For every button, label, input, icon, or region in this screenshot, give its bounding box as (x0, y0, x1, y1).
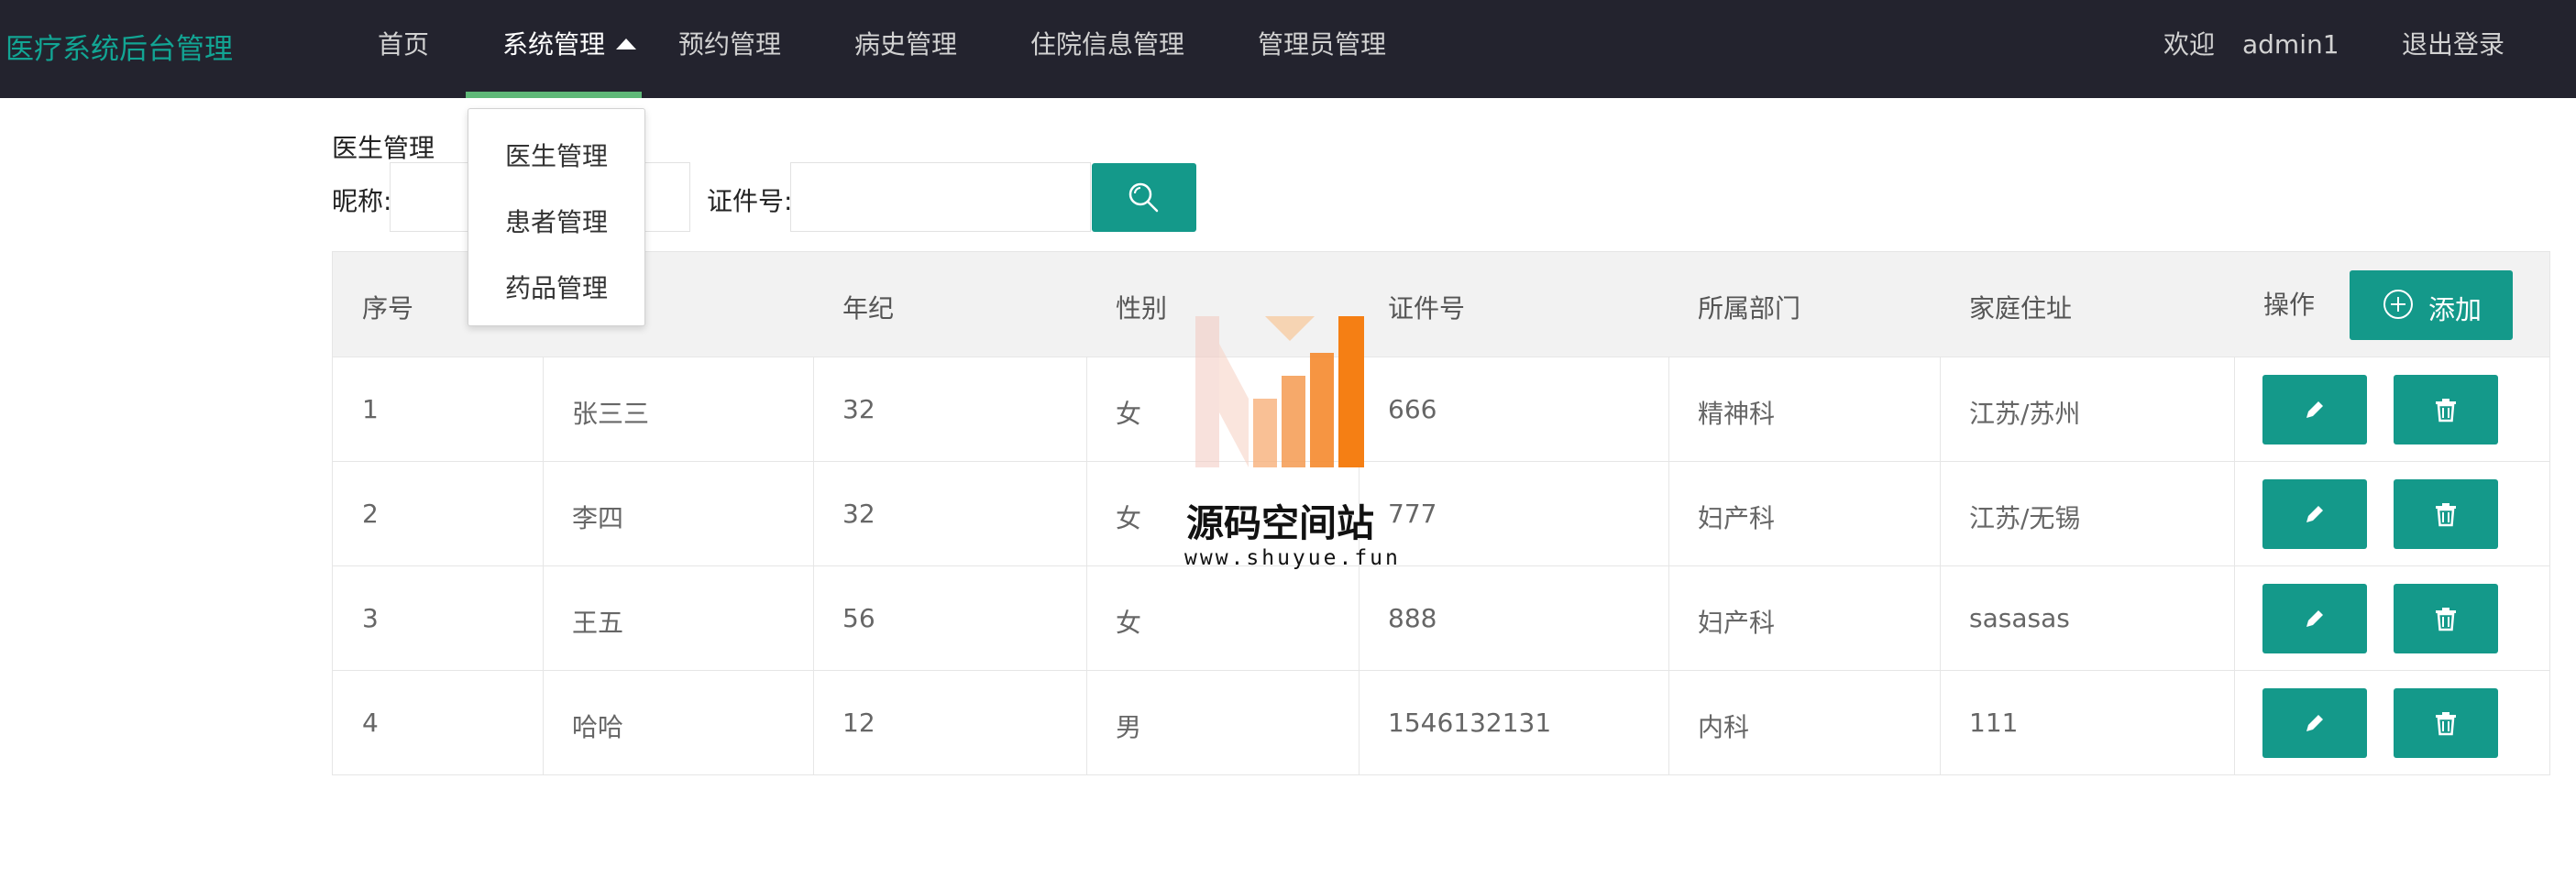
caret-up-icon (616, 38, 637, 49)
cell-age: 32 (842, 394, 875, 424)
header-gender: 性别 (1116, 293, 1168, 324)
nav-item-inpatient[interactable]: 住院信息管理 (1030, 0, 1184, 98)
search-icon (1128, 182, 1159, 213)
watermark-text: 源码空间站 (1186, 501, 1374, 545)
cell-dept: 妇产科 (1698, 608, 1776, 638)
table-row: 3 王五 56 女 888 妇产科 sasasas (333, 566, 2549, 671)
nickname-label: 昵称: (332, 186, 392, 216)
username-link[interactable]: admin1 (2242, 0, 2339, 98)
edit-button[interactable] (2262, 479, 2367, 549)
page-title: 医生管理 (332, 133, 435, 163)
cell-idno: 666 (1388, 394, 1437, 424)
cell-age: 32 (842, 499, 875, 529)
trash-icon (2436, 608, 2456, 631)
search-button[interactable] (1092, 163, 1196, 232)
nav-item-system-label: 系统管理 (502, 29, 606, 60)
edit-button[interactable] (2262, 375, 2367, 444)
cell-name: 李四 (572, 503, 624, 533)
trash-icon (2436, 399, 2456, 423)
header-actions: 操作 (2263, 290, 2316, 320)
cell-name: 王五 (572, 608, 624, 638)
pencil-icon (2306, 506, 2323, 522)
plus-circle-icon (2383, 290, 2413, 319)
delete-button[interactable] (2394, 688, 2498, 758)
cell-idno: 1546132131 (1388, 708, 1552, 738)
table-row: 4 哈哈 12 男 1546132131 内科 111 (333, 671, 2549, 775)
delete-button[interactable] (2394, 479, 2498, 549)
add-button-label: 添加 (2428, 294, 2482, 325)
header-idno: 证件号 (1388, 293, 1466, 324)
dropdown-item-medicines[interactable]: 药品管理 (505, 269, 608, 305)
cell-dept: 精神科 (1698, 399, 1776, 429)
cell-idno: 777 (1388, 499, 1437, 529)
system-dropdown-menu: 医生管理 患者管理 药品管理 (468, 108, 645, 326)
cell-dept: 妇产科 (1698, 503, 1776, 533)
cell-gender: 女 (1116, 608, 1142, 638)
nav-item-admin[interactable]: 管理员管理 (1258, 0, 1386, 98)
doctor-table: 序号 年纪 性别 证件号 所属部门 家庭住址 操作 添加 1 张三三 32 女 … (332, 251, 2550, 775)
app-title: 医疗系统后台管理 (6, 33, 233, 66)
header-no: 序号 (362, 293, 414, 324)
cell-name: 张三三 (572, 399, 650, 429)
cell-gender: 男 (1116, 712, 1142, 742)
cell-no: 4 (362, 708, 379, 738)
watermark-url: www.shuyue.fun (1184, 546, 1401, 570)
delete-button[interactable] (2394, 584, 2498, 653)
cell-idno: 888 (1388, 603, 1437, 633)
nav-item-history[interactable]: 病史管理 (854, 0, 957, 98)
cell-address: 江苏/苏州 (1969, 399, 2081, 429)
table-header: 序号 年纪 性别 证件号 所属部门 家庭住址 操作 添加 (333, 252, 2549, 357)
edit-button[interactable] (2262, 584, 2367, 653)
table-row: 1 张三三 32 女 666 精神科 江苏/苏州 (333, 357, 2549, 462)
cell-gender: 女 (1116, 503, 1142, 533)
pencil-icon (2306, 610, 2323, 627)
cell-no: 1 (362, 394, 379, 424)
cell-address: 111 (1969, 708, 2019, 738)
top-nav-bar: 医疗系统后台管理 首页 系统管理 预约管理 病史管理 住院信息管理 管理员管理 … (0, 0, 2576, 98)
cell-address: sasasas (1969, 603, 2070, 633)
delete-button[interactable] (2394, 375, 2498, 444)
nav-item-home[interactable]: 首页 (378, 0, 429, 98)
edit-button[interactable] (2262, 688, 2367, 758)
nav-item-appointment[interactable]: 预约管理 (678, 0, 781, 98)
cell-gender: 女 (1116, 399, 1142, 429)
dropdown-item-doctors[interactable]: 医生管理 (505, 137, 608, 173)
idno-label: 证件号: (707, 186, 793, 216)
header-age: 年纪 (842, 293, 895, 324)
nav-item-system[interactable]: 系统管理 (502, 0, 637, 98)
table-row: 2 李四 32 女 777 妇产科 江苏/无锡 (333, 462, 2549, 566)
trash-icon (2436, 503, 2456, 527)
cell-name: 哈哈 (572, 712, 624, 742)
idno-input[interactable] (790, 162, 1091, 232)
cell-age: 56 (842, 603, 875, 633)
pencil-icon (2306, 715, 2323, 731)
active-nav-indicator (466, 92, 642, 98)
header-dept: 所属部门 (1698, 293, 1801, 324)
cell-no: 3 (362, 603, 379, 633)
pencil-icon (2306, 401, 2323, 418)
trash-icon (2436, 712, 2456, 736)
cell-age: 12 (842, 708, 875, 738)
add-button[interactable]: 添加 (2350, 270, 2513, 340)
welcome-text: 欢迎 (2163, 29, 2216, 60)
cell-address: 江苏/无锡 (1969, 503, 2081, 533)
cell-dept: 内科 (1698, 712, 1750, 742)
cell-no: 2 (362, 499, 379, 529)
dropdown-item-patients[interactable]: 患者管理 (505, 203, 608, 239)
logout-link[interactable]: 退出登录 (2402, 0, 2504, 98)
header-address: 家庭住址 (1969, 293, 2073, 324)
